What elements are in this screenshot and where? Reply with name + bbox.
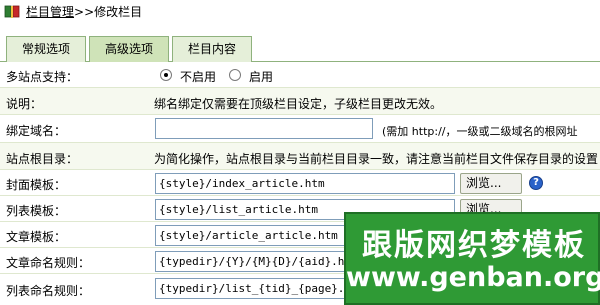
note-label: 说明：: [6, 97, 43, 111]
breadcrumb-bar: 栏目管理>>修改栏目: [0, 0, 600, 28]
siteroot-text: 为简化操作，站点根目录与当前栏目目录一致，请注意当前栏目文件保存目录的设置: [154, 152, 599, 166]
breadcrumb-link-column-manage[interactable]: 栏目管理: [26, 5, 74, 19]
watermark-url: www.genban.org: [346, 262, 600, 293]
radio-selected-dot: [164, 73, 168, 77]
article-template-label: 文章模板：: [6, 230, 67, 244]
help-icon[interactable]: ?: [529, 176, 543, 190]
cover-template-browse-button[interactable]: 浏览...: [460, 173, 522, 194]
tab-advanced[interactable]: 高级选项: [89, 36, 169, 62]
row-siteroot: 站点根目录： 为简化操作，站点根目录与当前栏目目录一致，请注意当前栏目文件保存目…: [0, 143, 600, 170]
cover-template-label: 封面模板：: [6, 178, 67, 192]
breadcrumb: 栏目管理>>修改栏目: [26, 5, 142, 19]
cover-template-input[interactable]: {style}/index_article.htm: [155, 173, 455, 194]
radio-disable[interactable]: [160, 69, 172, 81]
domain-hint: (需加 http://，一级或二级域名的根网址: [382, 125, 578, 138]
note-text: 绑名绑定仅需要在顶级栏目设定，子级栏目更改无效。: [154, 97, 443, 111]
article-naming-label: 文章命名规则：: [6, 256, 91, 270]
list-naming-label: 列表命名规则：: [6, 284, 91, 298]
watermark-title: 跟版网织梦模板: [362, 228, 586, 263]
radio-enable[interactable]: [229, 69, 241, 81]
radio-disable-label: 不启用: [180, 70, 217, 84]
breadcrumb-current: 修改栏目: [94, 5, 143, 19]
domain-input[interactable]: [155, 118, 373, 139]
tab-content[interactable]: 栏目内容: [172, 36, 252, 62]
radio-enable-label: 启用: [249, 70, 274, 84]
row-domain: 绑定域名： (需加 http://，一级或二级域名的根网址: [0, 115, 600, 143]
multisite-label: 多站点支持：: [6, 70, 79, 84]
book-icon: [4, 5, 20, 18]
domain-label: 绑定域名：: [6, 124, 67, 138]
row-multisite: 多站点支持： 不启用 启用: [0, 62, 600, 88]
watermark-logo: 跟版网织梦模板 www.genban.org: [344, 212, 600, 305]
tab-strip: 常规选项 高级选项 栏目内容: [0, 33, 600, 62]
breadcrumb-separator: >>: [74, 5, 95, 19]
list-template-label: 列表模板：: [6, 204, 67, 218]
row-cover-template: 封面模板： {style}/index_article.htm 浏览... ?: [0, 170, 600, 196]
siteroot-label: 站点根目录：: [6, 152, 79, 166]
tab-general[interactable]: 常规选项: [6, 36, 86, 62]
row-note: 说明： 绑名绑定仅需要在顶级栏目设定，子级栏目更改无效。: [0, 88, 600, 115]
